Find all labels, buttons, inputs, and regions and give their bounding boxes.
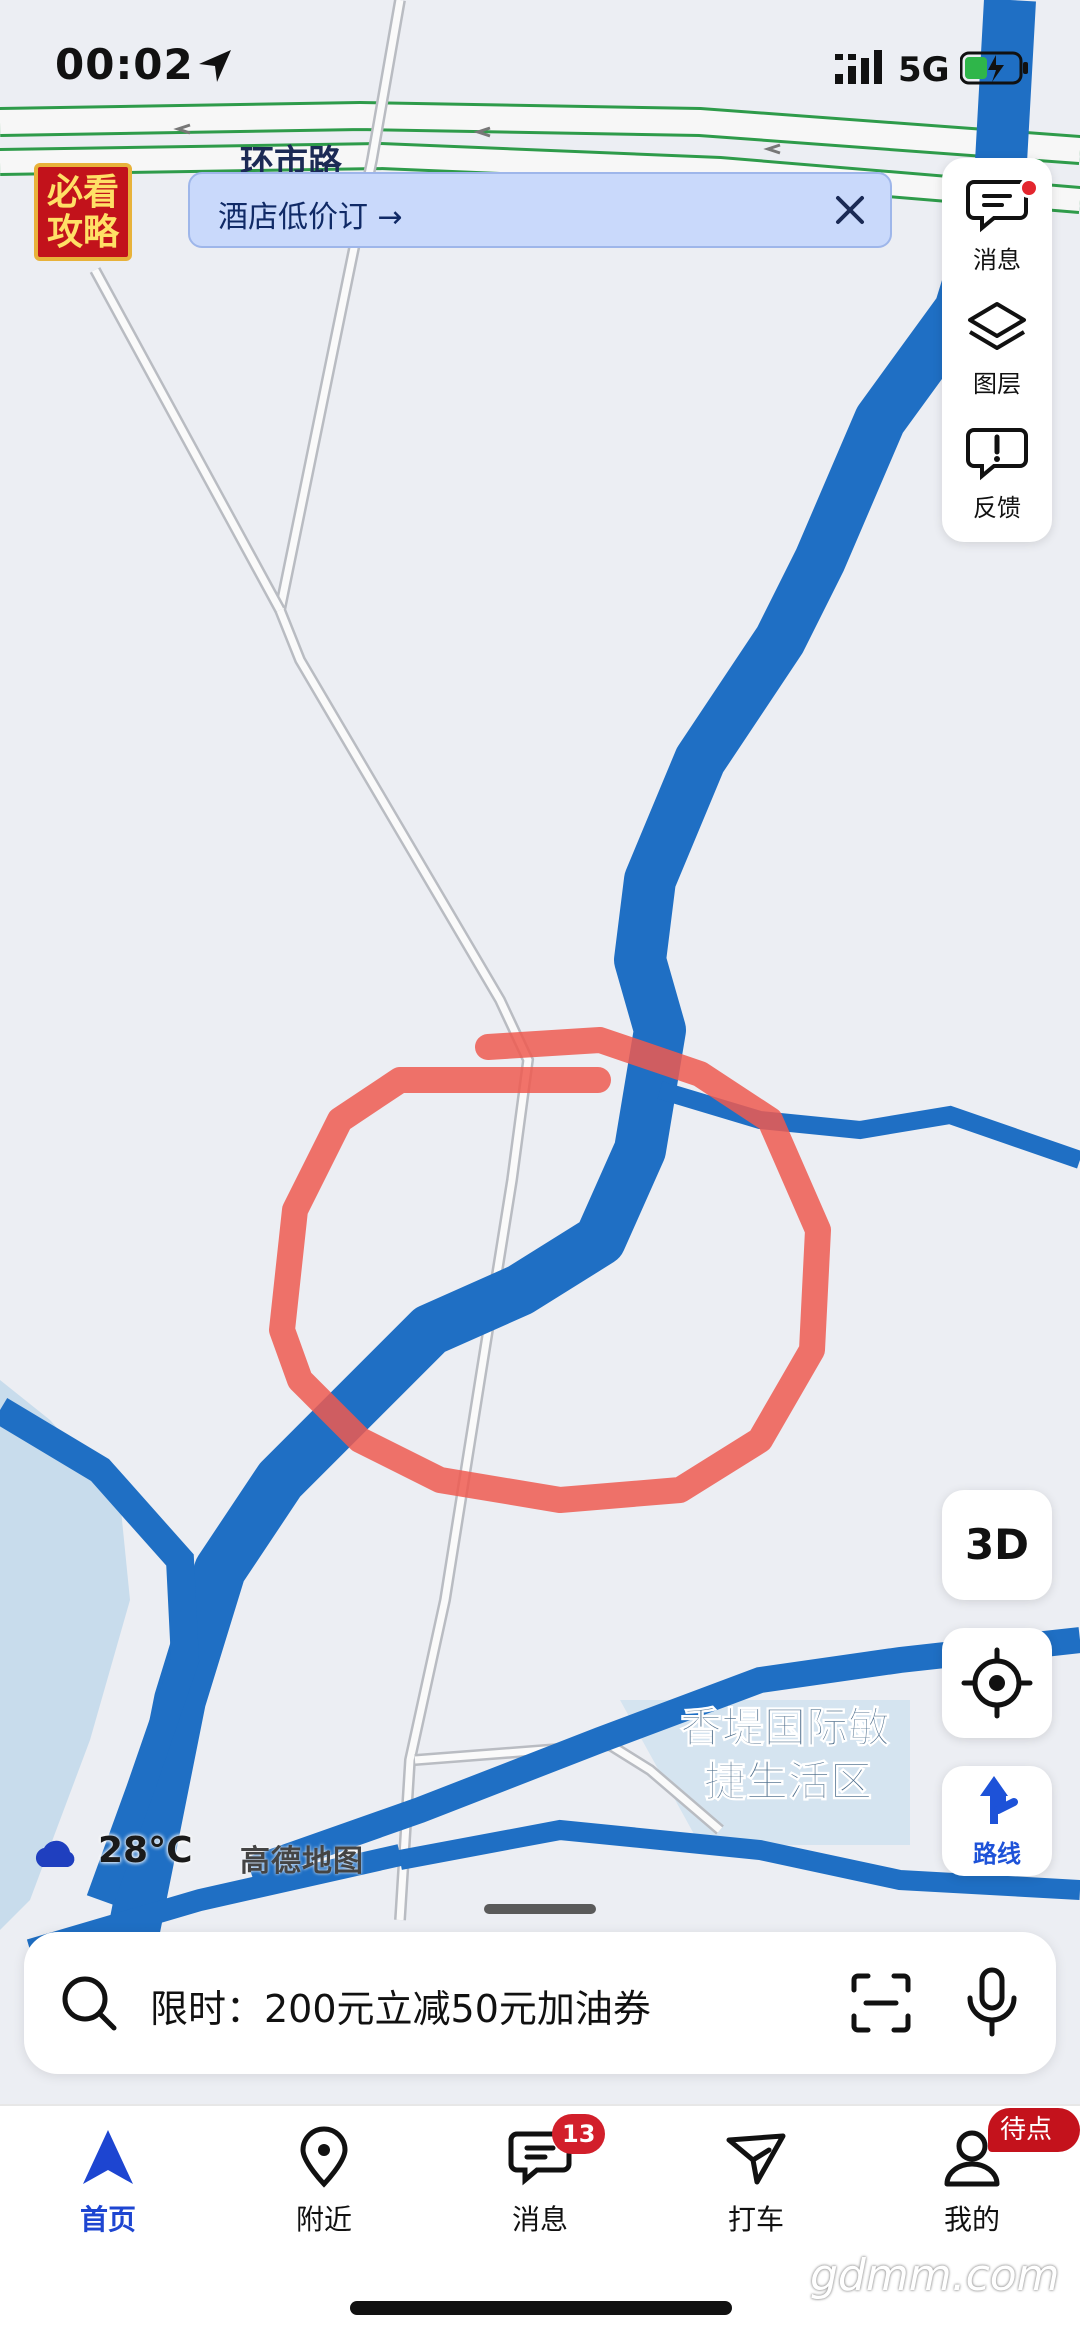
- tab-home-label: 首页: [79, 2203, 136, 2236]
- tab-messages-label: 消息: [511, 2203, 568, 2236]
- tab-taxi-label: 打车: [727, 2203, 784, 2236]
- route-button[interactable]: 路线: [942, 1766, 1052, 1876]
- tool-message-label: 消息: [973, 246, 1021, 274]
- area-label-line1: 香堤国际敏: [680, 1703, 890, 1752]
- hotel-promo-text: 酒店低价订 →: [218, 200, 403, 235]
- tool-feedback-button[interactable]: 反馈: [942, 412, 1052, 532]
- guide-badge-line2: 攻略: [46, 211, 119, 253]
- battery-charging-icon: [960, 51, 1028, 85]
- weather-temperature: 28°C: [98, 1830, 193, 1871]
- microphone-icon[interactable]: [960, 1966, 1024, 2038]
- tab-nearby[interactable]: 附近: [244, 2126, 404, 2246]
- status-time: 00:02: [55, 40, 194, 89]
- close-icon[interactable]: [830, 190, 870, 230]
- watermark: gdmm.com: [810, 2250, 1060, 2301]
- tab-nearby-label: 附近: [295, 2203, 352, 2236]
- map-brand-logo: 高德地图: [240, 1844, 364, 1879]
- tab-taxi[interactable]: 打车: [676, 2126, 836, 2246]
- tool-layers-label: 图层: [973, 370, 1021, 398]
- notification-dot: [1019, 178, 1039, 198]
- profile-pending-badge: 待点亮: [988, 2108, 1080, 2189]
- locate-me-button[interactable]: [942, 1628, 1052, 1738]
- tool-feedback-label: 反馈: [973, 494, 1021, 522]
- route-label: 路线: [973, 1840, 1021, 1868]
- search-bar[interactable]: 限时：200元立减50元加油券: [24, 1932, 1056, 2074]
- network-type: 5G: [898, 50, 950, 90]
- tab-home[interactable]: 首页: [28, 2126, 188, 2246]
- search-placeholder: 限时：200元立减50元加油券: [150, 1987, 651, 2031]
- tab-profile-label: 我的: [943, 2203, 1000, 2236]
- layers-icon: [968, 302, 1026, 350]
- tool-message-button[interactable]: 消息: [942, 164, 1052, 284]
- unread-messages-badge: 13: [552, 2114, 606, 2154]
- map-tool-panel: 消息 图层 反馈: [942, 158, 1052, 542]
- sheet-drag-handle[interactable]: [484, 1904, 596, 1914]
- signal-icon: [835, 50, 882, 84]
- guide-badge[interactable]: 必看 攻略: [34, 163, 132, 261]
- feedback-icon: [966, 428, 1028, 481]
- location-arrow-icon: [199, 50, 231, 82]
- home-indicator[interactable]: [350, 2301, 732, 2315]
- cloud-icon: [35, 1840, 75, 1867]
- search-icon: [62, 1976, 117, 2031]
- tool-layers-button[interactable]: 图层: [942, 288, 1052, 408]
- locate-crosshair-icon: [961, 1647, 1033, 1719]
- area-label-line2: 捷生活区: [704, 1757, 872, 1806]
- route-arrow-icon: [980, 1776, 1018, 1824]
- navigation-arrow-icon: [83, 2130, 133, 2184]
- guide-badge-line1: 必看: [46, 171, 119, 213]
- scan-icon[interactable]: [850, 1972, 912, 2034]
- location-pin-icon: [300, 2126, 348, 2188]
- taxi-icon: [726, 2133, 786, 2185]
- status-bar: 00:02 5G: [0, 0, 1080, 130]
- tab-messages[interactable]: 13 消息: [460, 2114, 620, 2246]
- three-d-button[interactable]: 3D: [942, 1490, 1052, 1600]
- hotel-promo-banner[interactable]: 酒店低价订 →: [188, 172, 892, 248]
